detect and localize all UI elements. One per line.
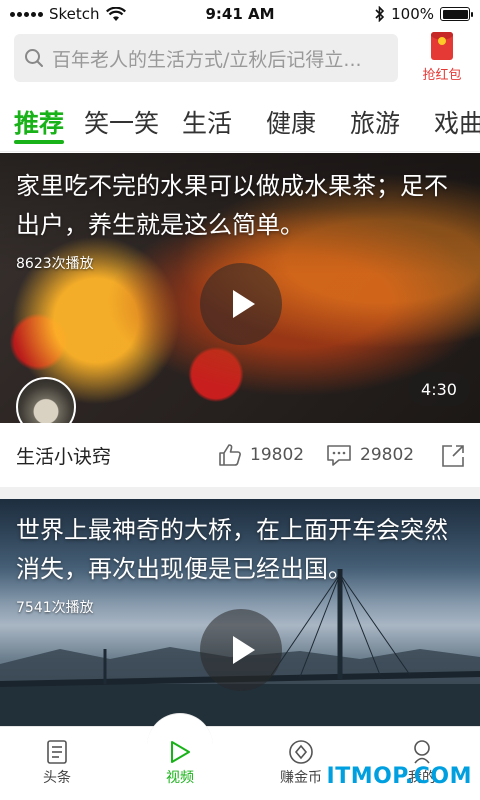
video-card[interactable]: 世界上最神奇的大桥，在上面开车会突然消失，再次出现便是已经出国。 7541次播放 (0, 499, 480, 729)
tab-health[interactable]: 健康 (266, 104, 316, 140)
play-icon (233, 636, 255, 664)
status-bar: Sketch 9:41 AM 100% (0, 0, 480, 28)
play-count: 8623次播放 (16, 256, 94, 272)
like-count: 19802 (250, 445, 305, 465)
search-placeholder: 百年老人的生活方式/立秋后记得立... (52, 48, 362, 71)
comment-icon (327, 445, 351, 466)
video-card[interactable]: 家里吃不完的水果可以做成水果茶；足不出户，养生就是这么简单。 8623次播放 4… (0, 153, 480, 499)
nav-label: 头条 (43, 770, 71, 786)
search-input[interactable]: 百年老人的生活方式/立秋后记得立... (14, 34, 398, 82)
search-icon (25, 49, 43, 67)
nav-label: 视频 (166, 770, 194, 786)
video-thumbnail[interactable]: 世界上最神奇的大桥，在上面开车会突然消失，再次出现便是已经出国。 7541次播放 (0, 499, 480, 729)
tab-opera[interactable]: 戏曲 (434, 104, 480, 140)
search-row: 百年老人的生活方式/立秋后记得立... 抢红包 (14, 32, 466, 84)
like-button[interactable]: 19802 (218, 443, 304, 467)
tab-underline (14, 140, 64, 144)
thumbs-up-icon (219, 444, 241, 466)
card-separator (0, 487, 480, 499)
redpacket-label: 抢红包 (422, 68, 462, 83)
watermark: ITMOP.COM (326, 764, 472, 789)
redpacket-button[interactable]: 抢红包 (418, 32, 466, 84)
battery-percent: 100% (391, 5, 434, 23)
tab-recommend[interactable]: 推荐 (14, 104, 64, 140)
video-title: 家里吃不完的水果可以做成水果茶；足不出户，养生就是这么简单。 (16, 172, 448, 239)
video-thumbnail[interactable]: 家里吃不完的水果可以做成水果茶；足不出户，养生就是这么简单。 8623次播放 4… (0, 153, 480, 423)
play-button[interactable] (200, 263, 282, 345)
video-title: 世界上最神奇的大桥，在上面开车会突然消失，再次出现便是已经出国。 (16, 516, 448, 583)
nav-item-video[interactable]: 视频 (140, 737, 220, 787)
tab-life[interactable]: 生活 (182, 104, 232, 140)
play-count: 7541次播放 (16, 600, 94, 616)
play-button[interactable] (200, 609, 282, 691)
play-icon (171, 741, 190, 763)
tab-travel[interactable]: 旅游 (350, 104, 400, 140)
category-tabs: 推荐 笑一笑 生活 健康 旅游 戏曲 (0, 92, 480, 152)
bluetooth-icon (375, 6, 385, 22)
author-name[interactable]: 生活小诀窍 (16, 442, 111, 469)
news-icon (47, 740, 67, 764)
video-duration: 4:30 (408, 372, 470, 406)
coin-icon (289, 740, 313, 764)
tab-jokes[interactable]: 笑一笑 (84, 104, 159, 140)
card-meta: 生活小诀窍 19802 29802 (0, 423, 480, 487)
play-icon (233, 290, 255, 318)
user-icon (414, 740, 430, 764)
nav-label: 赚金币 (280, 770, 322, 786)
redpacket-icon (431, 32, 453, 60)
battery-icon (440, 7, 473, 21)
nav-item-news[interactable]: 头条 (17, 737, 97, 787)
comment-count: 29802 (360, 445, 415, 465)
share-icon[interactable] (440, 443, 466, 469)
comment-button[interactable]: 29802 (326, 443, 414, 467)
